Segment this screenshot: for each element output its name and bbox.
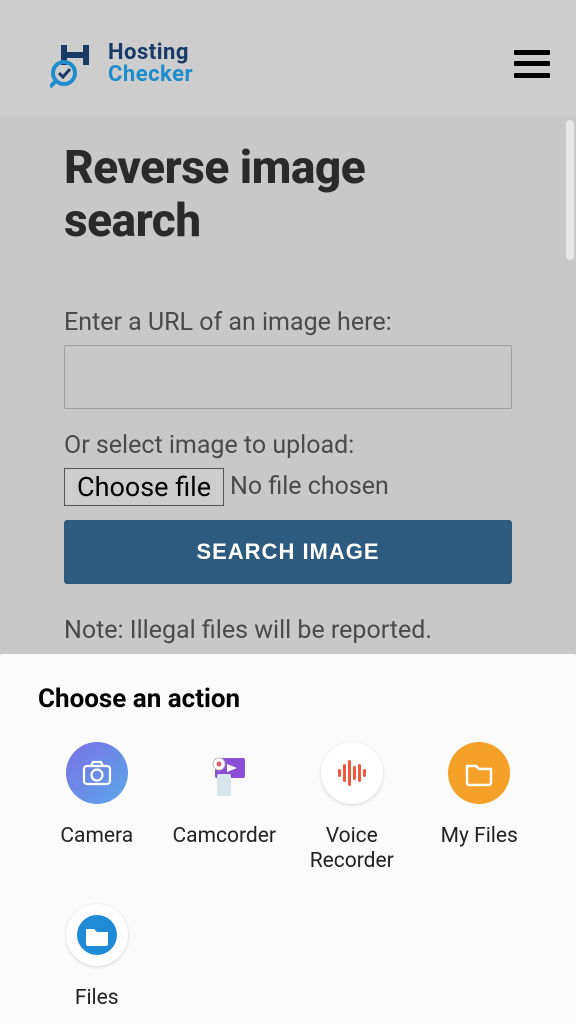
camera-icon <box>66 742 128 804</box>
action-files[interactable]: Files <box>38 904 156 1011</box>
main-content: Reverse image search Enter a URL of an i… <box>0 117 576 730</box>
camcorder-icon <box>193 742 255 804</box>
scrollbar[interactable] <box>566 120 574 260</box>
files-icon <box>66 904 128 966</box>
url-label: Enter a URL of an image here: <box>64 308 512 337</box>
sheet-title: Choose an action <box>38 684 538 714</box>
choose-file-button[interactable]: Choose file <box>64 468 224 506</box>
file-row: Choose file No file chosen <box>64 468 512 506</box>
action-voice-recorder[interactable]: Voice Recorder <box>293 742 411 874</box>
action-camcorder[interactable]: Camcorder <box>166 742 284 874</box>
header: Hosting Checker <box>0 0 576 117</box>
action-label: My Files <box>441 824 518 849</box>
action-camera[interactable]: Camera <box>38 742 156 874</box>
logo-icon <box>50 39 100 89</box>
my-files-icon <box>448 742 510 804</box>
logo-line1: Hosting <box>108 42 193 64</box>
action-sheet: Choose an action Camera Camcorder <box>0 654 576 1024</box>
file-status: No file chosen <box>230 472 389 501</box>
url-input[interactable] <box>64 345 512 409</box>
action-label: Voice Recorder <box>293 824 411 874</box>
note-illegal: Note: Illegal files will be reported. <box>64 612 512 650</box>
hamburger-menu-icon[interactable] <box>514 50 550 78</box>
voice-recorder-icon <box>321 742 383 804</box>
page-title: Reverse image search <box>64 142 512 248</box>
logo-line2: Checker <box>108 64 193 86</box>
logo-text: Hosting Checker <box>108 42 193 86</box>
action-label: Files <box>75 986 119 1011</box>
action-label: Camcorder <box>173 824 277 849</box>
logo[interactable]: Hosting Checker <box>50 39 193 89</box>
action-grid: Camera Camcorder <box>38 742 538 1012</box>
action-my-files[interactable]: My Files <box>421 742 539 874</box>
upload-label: Or select image to upload: <box>64 431 512 460</box>
action-label: Camera <box>60 824 133 849</box>
search-image-button[interactable]: SEARCH IMAGE <box>64 520 512 584</box>
